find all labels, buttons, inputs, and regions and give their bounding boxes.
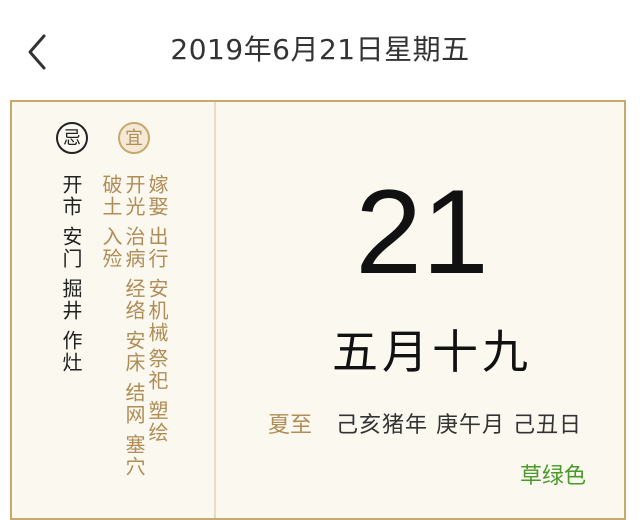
day-number: 21 xyxy=(355,165,489,299)
suit-item: 破土 xyxy=(99,174,123,218)
avoid-item: 作灶 xyxy=(59,330,83,374)
lucky-color: 草绿色 xyxy=(520,464,587,489)
solar-term: 夏至 xyxy=(268,413,313,438)
suit-item: 祭祀 xyxy=(145,348,169,392)
avoid-item: 安门 xyxy=(59,226,83,270)
suit-item: 治病 xyxy=(122,226,146,270)
suit-item: 出行 xyxy=(145,226,169,270)
suit-item: 开光 xyxy=(122,174,146,218)
suit-item: 安床 xyxy=(122,330,146,374)
suit-item: 结网 xyxy=(122,382,146,426)
suit-item: 塑绘 xyxy=(145,400,169,444)
page-title: 2019年6月21日星期五 xyxy=(170,33,470,66)
ganzhi-date: 己亥猪年 庚午月 己丑日 xyxy=(336,413,582,438)
lunar-date: 五月十九 xyxy=(332,325,532,379)
suit-badge: 宜 xyxy=(118,122,150,154)
suit-item: 入殓 xyxy=(99,226,123,270)
suit-item: 嫁娶 xyxy=(145,174,169,218)
suit-item: 经络 xyxy=(122,278,146,322)
suit-item: 安机械 xyxy=(145,278,169,344)
suit-item: 塞穴 xyxy=(122,434,146,478)
top-bar: 2019年6月21日星期五 xyxy=(0,0,640,100)
avoid-badge: 忌 xyxy=(56,122,88,154)
avoid-item: 开市 xyxy=(59,174,83,218)
calendar-card: 忌 宜 开市 安门 掘井 作灶 嫁娶 开光 破土 出行 治病 入殓 安机械 经络… xyxy=(10,100,626,520)
avoid-item: 掘井 xyxy=(59,278,83,322)
almanac-panel: 忌 宜 开市 安门 掘井 作灶 嫁娶 开光 破土 出行 治病 入殓 安机械 经络… xyxy=(12,102,216,518)
